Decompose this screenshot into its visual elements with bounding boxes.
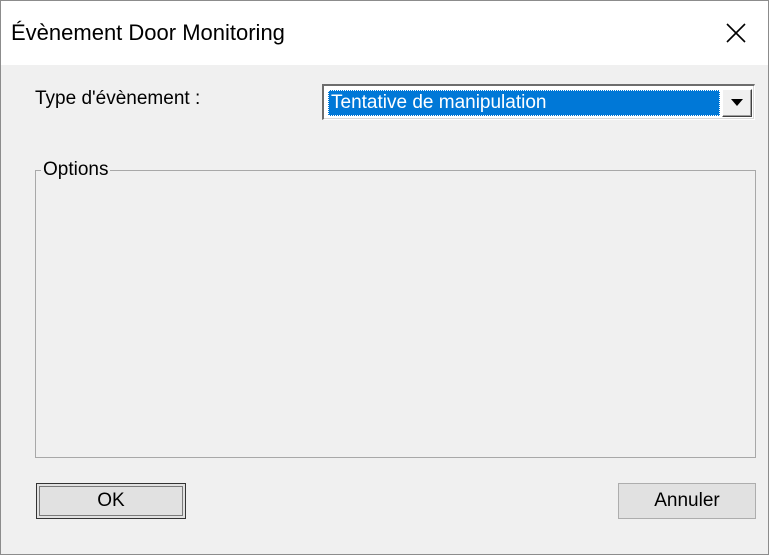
cancel-button-label: Annuler — [654, 490, 720, 511]
event-type-selected-value[interactable]: Tentative de manipulation — [328, 90, 720, 116]
event-dialog: Évènement Door Monitoring Type d'évèneme… — [0, 0, 769, 555]
event-type-label: Type d'évènement : — [35, 88, 201, 109]
window-title: Évènement Door Monitoring — [11, 20, 285, 45]
close-icon — [725, 22, 747, 44]
ok-button[interactable]: OK — [36, 483, 186, 519]
options-group-label: Options — [41, 159, 111, 181]
close-button[interactable] — [704, 1, 768, 65]
event-type-select[interactable]: Tentative de manipulation — [322, 84, 755, 120]
chevron-down-icon — [731, 94, 743, 112]
cancel-button[interactable]: Annuler — [618, 483, 756, 519]
title-bar[interactable]: Évènement Door Monitoring — [1, 1, 768, 65]
ok-button-label: OK — [97, 490, 125, 511]
options-group — [35, 170, 756, 458]
event-type-dropdown-button[interactable] — [722, 89, 752, 117]
